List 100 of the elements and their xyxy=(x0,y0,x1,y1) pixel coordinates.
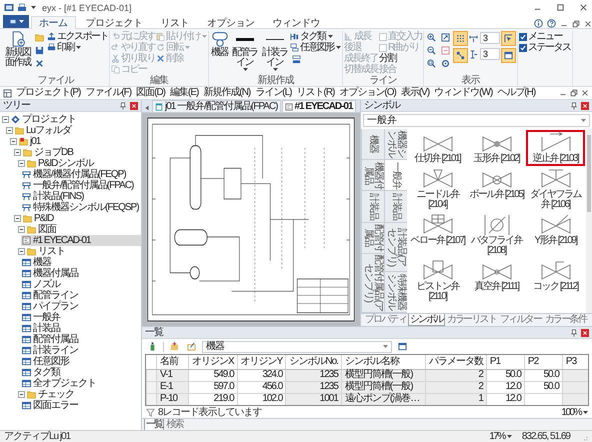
document-tab[interactable]: #1 EYECAD-01 xyxy=(282,100,356,112)
ribbon-button[interactable]: 機器 xyxy=(210,31,229,58)
menu-item[interactable]: ライン(L) xyxy=(254,87,292,99)
tree-item[interactable]: 任意図形 xyxy=(21,356,141,367)
menu-item[interactable]: 図面(D) xyxy=(135,87,166,99)
checkbox[interactable]: ステータス xyxy=(519,42,570,53)
side-tab[interactable]: 計装品 xyxy=(362,191,384,223)
tree-item[interactable]: 図面 xyxy=(17,224,141,235)
panel-tab[interactable]: 一覧 xyxy=(144,419,164,431)
menu-item[interactable]: ヘルプ(H) xyxy=(496,87,536,99)
checkbox[interactable]: メニュー xyxy=(519,31,562,42)
panel-title: シンボル xyxy=(364,100,400,112)
table-cell: 1001 xyxy=(286,393,342,405)
tree-item[interactable]: 特殊機器シンボル(FEQSP) xyxy=(21,202,141,213)
tree-item[interactable]: #1 EYECAD-01 xyxy=(21,235,141,246)
tree-item[interactable]: パイプラン xyxy=(21,301,141,312)
side-tab[interactable]: 機器付属品 xyxy=(362,160,384,192)
window-title: eyx - [#1 EYECAD-01] xyxy=(42,2,132,12)
menu-item[interactable]: ウィンドウ(W) xyxy=(433,87,494,99)
side-tab[interactable]: 計装品(アセンブリ) xyxy=(385,222,407,272)
tree-item[interactable]: 配管付属品 xyxy=(21,334,141,345)
menu-item[interactable]: ファイル(F) xyxy=(84,87,132,99)
tree-item[interactable]: ノズル xyxy=(21,279,141,290)
tree-item[interactable]: P&ID xyxy=(13,213,141,224)
document-tab[interactable]: j01 一般弁/配管付属品(FPAC) xyxy=(152,100,280,112)
menu-item[interactable]: プロジェクト(P) xyxy=(15,87,82,99)
table-cell: 456.0 xyxy=(237,381,286,393)
tree-item[interactable]: 一般弁 xyxy=(21,312,141,323)
ribbon-button[interactable]: 分割 xyxy=(379,53,396,64)
tree-item[interactable]: 機器付属品 xyxy=(21,268,141,279)
menu-item[interactable]: 表示(V) xyxy=(400,87,430,99)
tree-item[interactable]: 全オブジェクト xyxy=(21,378,141,389)
panel-tab[interactable]: シンボル xyxy=(408,314,445,326)
tree-item[interactable]: Luフォルダ xyxy=(5,125,141,136)
number-field[interactable]: 3 xyxy=(480,48,500,60)
table-cell: 2 xyxy=(425,369,486,381)
tree-item[interactable]: リスト xyxy=(17,246,141,257)
tree-item[interactable]: 計装品(FINS) xyxy=(21,191,141,202)
column-header[interactable]: P1 xyxy=(486,355,524,369)
tree-item[interactable]: 計装ライン xyxy=(21,345,141,356)
side-tab[interactable]: 配管付属品 xyxy=(362,222,384,254)
tree-item[interactable]: 一般弁/配管付属品(FPAC) xyxy=(21,180,141,191)
side-tab[interactable]: 計装品 xyxy=(385,191,407,223)
table-cell: 1 xyxy=(425,393,486,405)
table-cell: 549.0 xyxy=(188,369,238,381)
list-type-dropdown[interactable]: 機器 xyxy=(202,340,392,352)
menu-item[interactable]: 新規作成(N) xyxy=(202,87,252,99)
tree-item[interactable]: チェック xyxy=(17,389,141,400)
table-cell: 遠心ポンプ(渦巻… xyxy=(341,393,426,405)
panel-title: ツリー xyxy=(3,100,30,112)
panel-tab[interactable]: カラーリスト xyxy=(444,314,498,326)
tree-item[interactable]: 計装品 xyxy=(21,323,141,334)
panel-tab[interactable]: カラー条件 xyxy=(543,314,588,326)
tree-item[interactable]: 配管ライン xyxy=(21,290,141,301)
symbol-item[interactable]: 逆止弁 [2103] xyxy=(526,130,585,166)
side-tab[interactable]: 一般弁 xyxy=(385,160,407,192)
ribbon-button[interactable]: 計装ライン xyxy=(260,31,289,71)
column-header[interactable]: オリジンY xyxy=(237,355,286,369)
menu-item[interactable]: 編集(E) xyxy=(169,87,200,99)
ribbon-tab[interactable]: ホーム xyxy=(31,16,76,29)
zoom-dropdown[interactable]: 100% xyxy=(561,406,588,418)
tree-item[interactable]: j01 xyxy=(9,136,141,147)
column-header[interactable]: シンボル名称 xyxy=(341,355,426,369)
panel-tab[interactable]: 検索 xyxy=(164,419,185,431)
side-tab[interactable]: 機器 xyxy=(362,129,384,160)
column-header[interactable]: P2 xyxy=(524,355,562,369)
column-header[interactable]: パラメータ数 xyxy=(425,355,486,369)
ribbon-button[interactable]: エクスポート xyxy=(47,31,108,42)
column-header[interactable]: オリジンX xyxy=(188,355,238,369)
ribbon-button[interactable]: 新規図面作成 xyxy=(3,31,32,68)
tree-item[interactable]: 機器 xyxy=(21,257,141,268)
column-header[interactable]: シンボルNo. xyxy=(286,355,342,369)
ribbon-button[interactable]: 任意図形 xyxy=(290,42,341,53)
menu-item[interactable]: オプション(O) xyxy=(338,87,397,99)
ribbon-tab[interactable]: オプション xyxy=(199,16,262,29)
panel-tab[interactable]: フィルター xyxy=(498,314,544,326)
status-text: アクティブLu j01 xyxy=(4,431,70,442)
column-header[interactable]: 名前 xyxy=(156,355,188,369)
column-header[interactable]: P3 xyxy=(562,355,588,369)
tree-item[interactable]: 図面エラー xyxy=(21,400,141,411)
ribbon-tab[interactable]: リスト xyxy=(152,16,197,29)
ribbon-tab[interactable]: ウィンドウ xyxy=(264,16,328,29)
ribbon-tab[interactable]: プロジェクト xyxy=(78,16,150,29)
group-label: 表示 xyxy=(460,75,481,86)
tree-item[interactable]: ジョブDB xyxy=(13,147,141,158)
group-label: 新規作成 xyxy=(256,75,295,86)
table-cell: 102.0 xyxy=(237,393,286,405)
ribbon-button[interactable]: 印刷 xyxy=(47,42,81,53)
zoom-dropdown[interactable]: 17% xyxy=(489,431,512,442)
tree-item[interactable]: P&IDシンボル xyxy=(17,158,141,169)
category-dropdown[interactable]: 一般弁 xyxy=(363,114,590,127)
table-cell: 324.0 xyxy=(237,369,286,381)
ribbon-button[interactable]: 配管ライン xyxy=(230,31,259,71)
tree-item[interactable]: タグ類 xyxy=(21,367,141,378)
tree-item[interactable]: プロジェクト xyxy=(1,114,141,125)
number-field[interactable]: 3 xyxy=(480,32,500,44)
menu-item[interactable]: リスト(R) xyxy=(295,87,336,99)
panel-tab[interactable]: プロパティ xyxy=(363,314,408,326)
ribbon-button[interactable]: タグ類 xyxy=(290,31,332,42)
tree-item[interactable]: 機器/機器付属品(FEQP) xyxy=(21,169,141,180)
